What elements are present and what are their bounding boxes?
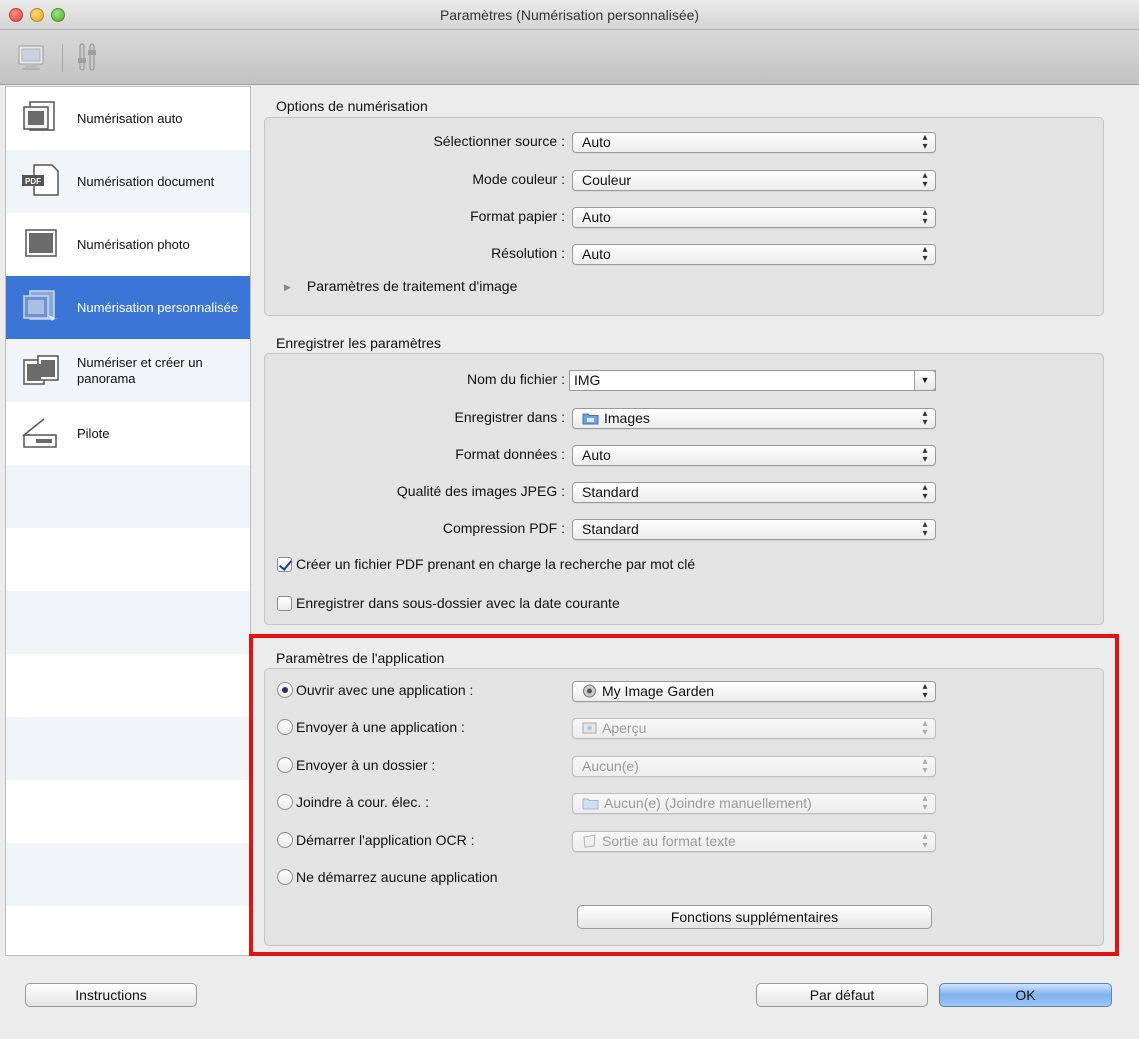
resolution-value: Auto — [582, 246, 611, 262]
pdf-compression-value: Standard — [582, 521, 639, 537]
toolbar — [0, 30, 1139, 85]
updown-chevron-icon: ▴ ▾ — [922, 519, 928, 539]
paper-size-select[interactable]: Auto ▴ ▾ — [572, 207, 936, 228]
instructions-button[interactable]: Instructions — [25, 983, 197, 1007]
keyword-pdf-label: Créer un fichier PDF prenant en charge l… — [296, 556, 696, 572]
paper-size-label: Format papier : — [470, 208, 565, 224]
toolbar-separator — [62, 44, 63, 72]
scan-settings-icon[interactable] — [16, 40, 48, 74]
updown-chevron-icon: ▴ ▾ — [922, 445, 928, 465]
sidebar-empty-row — [6, 528, 250, 591]
scan-options-title: Options de numérisation — [276, 98, 428, 114]
source-label: Sélectionner source : — [433, 133, 565, 149]
jpeg-quality-label: Qualité des images JPEG : — [396, 483, 565, 499]
sidebar-item-label: Pilote — [77, 425, 110, 441]
window-title: Paramètres (Numérisation personnalisée) — [439, 7, 700, 23]
images-folder-icon — [582, 413, 599, 425]
auto-scan-icon — [20, 100, 62, 136]
sidebar-item-custom-scan[interactable]: Numérisation personnalisée — [6, 276, 250, 339]
custom-scan-icon — [20, 289, 62, 325]
save-in-value: Images — [604, 410, 650, 426]
jpeg-quality-select[interactable]: Standard ▴ ▾ — [572, 482, 936, 503]
defaults-button[interactable]: Par défaut — [756, 983, 928, 1007]
sidebar-item-auto-scan[interactable]: Numérisation auto — [6, 87, 250, 150]
sidebar-empty-row — [6, 591, 250, 654]
resolution-label: Résolution : — [491, 245, 565, 261]
data-format-select[interactable]: Auto ▴ ▾ — [572, 445, 936, 466]
sidebar: Numérisation auto PDF Numérisation docum… — [5, 86, 251, 956]
disclosure-triangle-icon: ▶ — [284, 282, 291, 292]
paper-size-value: Auto — [582, 209, 611, 225]
title-bar: Paramètres (Numérisation personnalisée) — [0, 0, 1139, 30]
sidebar-item-label: Numériser et créer un panorama — [77, 354, 203, 386]
save-in-select[interactable]: Images ▴ ▾ — [572, 408, 936, 429]
updown-chevron-icon: ▴ ▾ — [922, 207, 928, 227]
save-settings-title: Enregistrer les paramètres — [276, 335, 441, 351]
date-subfolder-label: Enregistrer dans sous-dossier avec la da… — [296, 595, 620, 611]
combo-dropdown-icon[interactable]: ▼ — [914, 370, 936, 391]
pdf-compression-select[interactable]: Standard ▴ ▾ — [572, 519, 936, 540]
panorama-icon — [20, 352, 62, 388]
color-mode-select[interactable]: Couleur ▴ ▾ — [572, 170, 936, 191]
sidebar-empty-row — [6, 843, 250, 906]
data-format-label: Format données : — [455, 446, 565, 462]
updown-chevron-icon: ▴ ▾ — [922, 408, 928, 428]
photo-icon — [20, 226, 62, 262]
sidebar-empty-row — [6, 780, 250, 843]
updown-chevron-icon: ▴ ▾ — [922, 170, 928, 190]
sidebar-item-document-scan[interactable]: PDF Numérisation document — [6, 150, 250, 213]
ok-button[interactable]: OK — [939, 983, 1112, 1007]
keyword-pdf-checkbox-row[interactable]: Créer un fichier PDF prenant en charge l… — [277, 556, 695, 572]
sidebar-empty-row — [6, 465, 250, 528]
file-name-combo[interactable]: IMG ▼ — [569, 370, 936, 391]
sidebar-empty-row — [6, 654, 250, 717]
pdf-compression-label: Compression PDF : — [442, 520, 565, 536]
image-processing-label: Paramètres de traitement d'image — [306, 278, 518, 294]
sidebar-item-driver[interactable]: Pilote — [6, 402, 250, 465]
source-select[interactable]: Auto ▴ ▾ — [572, 132, 936, 153]
data-format-value: Auto — [582, 447, 611, 463]
sidebar-item-label: Numérisation personnalisée — [77, 299, 239, 315]
driver-icon — [20, 415, 62, 451]
pdf-document-icon: PDF — [20, 163, 62, 199]
jpeg-quality-value: Standard — [582, 484, 639, 500]
svg-text:PDF: PDF — [25, 177, 41, 186]
file-name-value: IMG — [574, 372, 601, 388]
sidebar-item-panorama[interactable]: Numériser et créer un panorama — [6, 339, 250, 402]
highlight-box — [249, 634, 1119, 956]
updown-chevron-icon: ▴ ▾ — [922, 132, 928, 152]
date-subfolder-checkbox[interactable] — [277, 595, 292, 611]
save-in-label: Enregistrer dans : — [454, 409, 566, 425]
image-processing-disclosure[interactable]: ▶ Paramètres de traitement d'image — [284, 278, 517, 294]
sidebar-item-label: Numérisation auto — [77, 110, 183, 126]
sidebar-empty-row — [6, 717, 250, 780]
sidebar-item-photo-scan[interactable]: Numérisation photo — [6, 213, 250, 276]
updown-chevron-icon: ▴ ▾ — [922, 482, 928, 502]
updown-chevron-icon: ▴ ▾ — [922, 244, 928, 264]
color-mode-value: Couleur — [582, 172, 632, 188]
date-subfolder-checkbox-row[interactable]: Enregistrer dans sous-dossier avec la da… — [277, 595, 620, 611]
file-name-label: Nom du fichier : — [466, 371, 565, 387]
sidebar-empty-row — [6, 906, 250, 955]
sidebar-item-label: Numérisation photo — [77, 236, 190, 252]
sidebar-item-label: Numérisation document — [77, 173, 215, 189]
keyword-pdf-checkbox[interactable] — [277, 556, 292, 572]
color-mode-label: Mode couleur : — [472, 171, 565, 187]
source-value: Auto — [582, 134, 611, 150]
resolution-select[interactable]: Auto ▴ ▾ — [572, 244, 936, 265]
general-settings-icon[interactable] — [72, 40, 104, 74]
